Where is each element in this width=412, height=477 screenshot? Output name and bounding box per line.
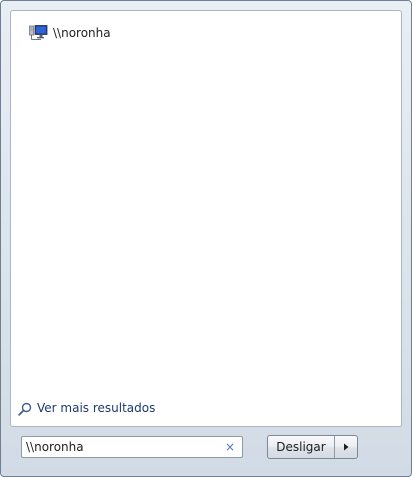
start-menu: \\noronha Ver mais resultados × Desligar (0, 0, 412, 477)
see-more-results-label: Ver mais resultados (37, 401, 156, 415)
shutdown-button-group: Desligar (267, 435, 358, 459)
triangle-right-icon (344, 443, 349, 451)
clear-search-button[interactable]: × (222, 439, 238, 455)
shutdown-options-button[interactable] (335, 436, 357, 458)
network-computer-icon (29, 25, 49, 41)
result-item-noronha[interactable]: \\noronha (25, 23, 117, 43)
search-box: × (21, 436, 243, 458)
see-more-results-link[interactable]: Ver mais resultados (18, 401, 156, 416)
result-label: \\noronha (53, 26, 111, 40)
search-results-pane: \\noronha Ver mais resultados (10, 10, 402, 427)
search-icon (18, 401, 32, 416)
shutdown-button[interactable]: Desligar (268, 436, 335, 458)
search-input[interactable] (22, 438, 216, 456)
